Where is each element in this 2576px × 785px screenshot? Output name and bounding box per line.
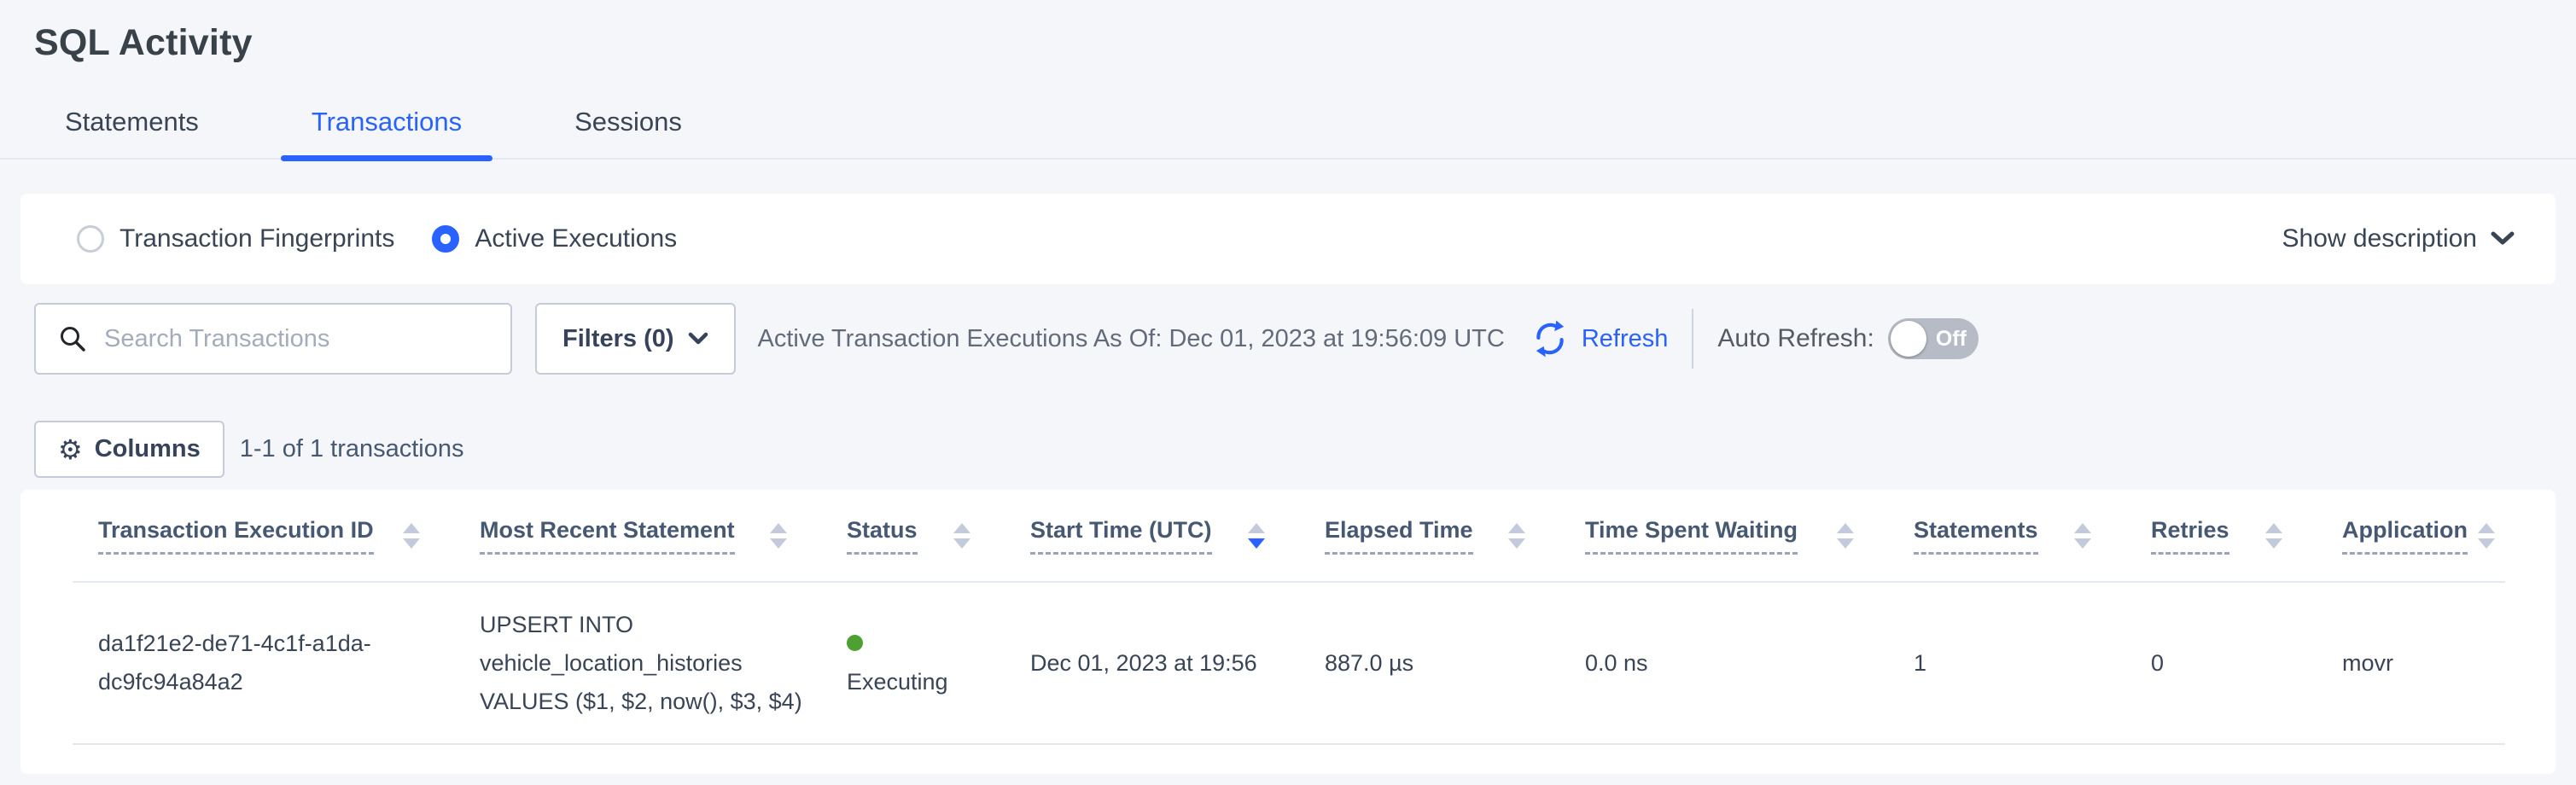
column-header-start-time[interactable]: Start Time (UTC) [1005,490,1299,582]
show-description-toggle[interactable]: Show description [2282,224,2515,253]
column-header-statements[interactable]: Statements [1888,490,2125,582]
radio-active-executions[interactable]: Active Executions [432,224,677,253]
cell-transaction-execution-id: da1f21e2-de71-4c1f-a1da-dc9fc94a84a2 [73,582,454,744]
tab-label: Statements [65,107,199,137]
tab-bar: Statements Transactions Sessions [0,107,2576,160]
column-header-transaction-execution-id[interactable]: Transaction Execution ID [73,490,454,582]
tab-statements[interactable]: Statements [34,107,230,158]
sort-icon[interactable] [770,523,787,549]
cell-most-recent-statement: UPSERT INTO vehicle_location_histories V… [454,582,821,744]
radio-transaction-fingerprints[interactable]: Transaction Fingerprints [77,224,394,253]
results-count: 1-1 of 1 transactions [240,435,464,463]
tab-label: Transactions [312,107,462,137]
toolbar-divider [1692,309,1693,369]
filters-label: Filters (0) [562,325,674,353]
cell-retries: 0 [2125,582,2317,744]
cell-time-spent-waiting: 0.0 ns [1559,582,1888,744]
view-mode-card: Transaction Fingerprints Active Executio… [20,194,2556,284]
column-header-elapsed-time[interactable]: Elapsed Time [1299,490,1559,582]
cell-elapsed-time: 887.0 µs [1299,582,1559,744]
auto-refresh-toggle[interactable]: Off [1888,318,1979,359]
toggle-knob [1891,321,1926,357]
sql-activity-page: SQL Activity Statements Transactions Ses… [0,22,2576,774]
refresh-label: Refresh [1582,325,1669,353]
table-row: da1f21e2-de71-4c1f-a1da-dc9fc94a84a2 UPS… [73,582,2505,744]
status-label: Executing [847,669,948,695]
search-box[interactable] [34,303,512,375]
auto-refresh-label: Auto Refresh: [1717,324,1874,353]
radio-label: Transaction Fingerprints [119,224,394,253]
gear-icon: ⚙ [58,436,83,463]
column-header-most-recent-statement[interactable]: Most Recent Statement [454,490,821,582]
sort-icon[interactable] [2265,523,2282,549]
column-header-time-spent-waiting[interactable]: Time Spent Waiting [1559,490,1888,582]
sort-icon-active-desc[interactable] [1248,523,1265,549]
executing-status-dot-icon [847,635,863,651]
chevron-down-icon [688,332,708,346]
tab-label: Sessions [574,107,682,137]
transactions-table: Transaction Execution ID Most Recent Sta… [73,490,2505,745]
radio-selected-icon [432,225,459,253]
refresh-button[interactable]: Refresh [1530,319,1669,358]
search-input[interactable] [104,325,493,353]
column-header-application[interactable]: Application [2317,490,2505,582]
cell-statements: 1 [1888,582,2125,744]
toolbar: Filters (0) Active Transaction Execution… [34,303,2542,375]
tab-sessions[interactable]: Sessions [544,107,713,158]
refresh-icon [1530,319,1570,358]
sort-icon[interactable] [1508,523,1525,549]
table-header-row: Transaction Execution ID Most Recent Sta… [73,490,2505,582]
columns-button-label: Columns [95,435,201,463]
cell-start-time: Dec 01, 2023 at 19:56 [1005,582,1299,744]
chevron-down-icon [2491,231,2515,247]
column-header-retries[interactable]: Retries [2125,490,2317,582]
toggle-state-label: Off [1936,327,1967,352]
sort-icon[interactable] [2478,523,2495,549]
sort-icon[interactable] [953,523,970,549]
filters-button[interactable]: Filters (0) [535,303,736,375]
radio-unselected-icon [77,225,104,253]
column-header-status[interactable]: Status [821,490,1005,582]
radio-label: Active Executions [475,224,677,253]
page-title: SQL Activity [34,22,2576,64]
sort-icon[interactable] [1837,523,1854,549]
table-controls-row: ⚙ Columns 1-1 of 1 transactions [34,421,2542,478]
sort-icon[interactable] [403,523,420,549]
cell-status: Executing [821,582,1005,744]
sort-icon[interactable] [2074,523,2091,549]
tab-transactions[interactable]: Transactions [281,107,492,158]
transactions-table-card: Transaction Execution ID Most Recent Sta… [20,490,2556,774]
columns-button[interactable]: ⚙ Columns [34,421,224,478]
as-of-timestamp: Active Transaction Executions As Of: Dec… [758,325,1505,353]
search-icon [58,324,87,353]
show-description-label: Show description [2282,224,2477,253]
cell-application: movr [2317,582,2505,744]
